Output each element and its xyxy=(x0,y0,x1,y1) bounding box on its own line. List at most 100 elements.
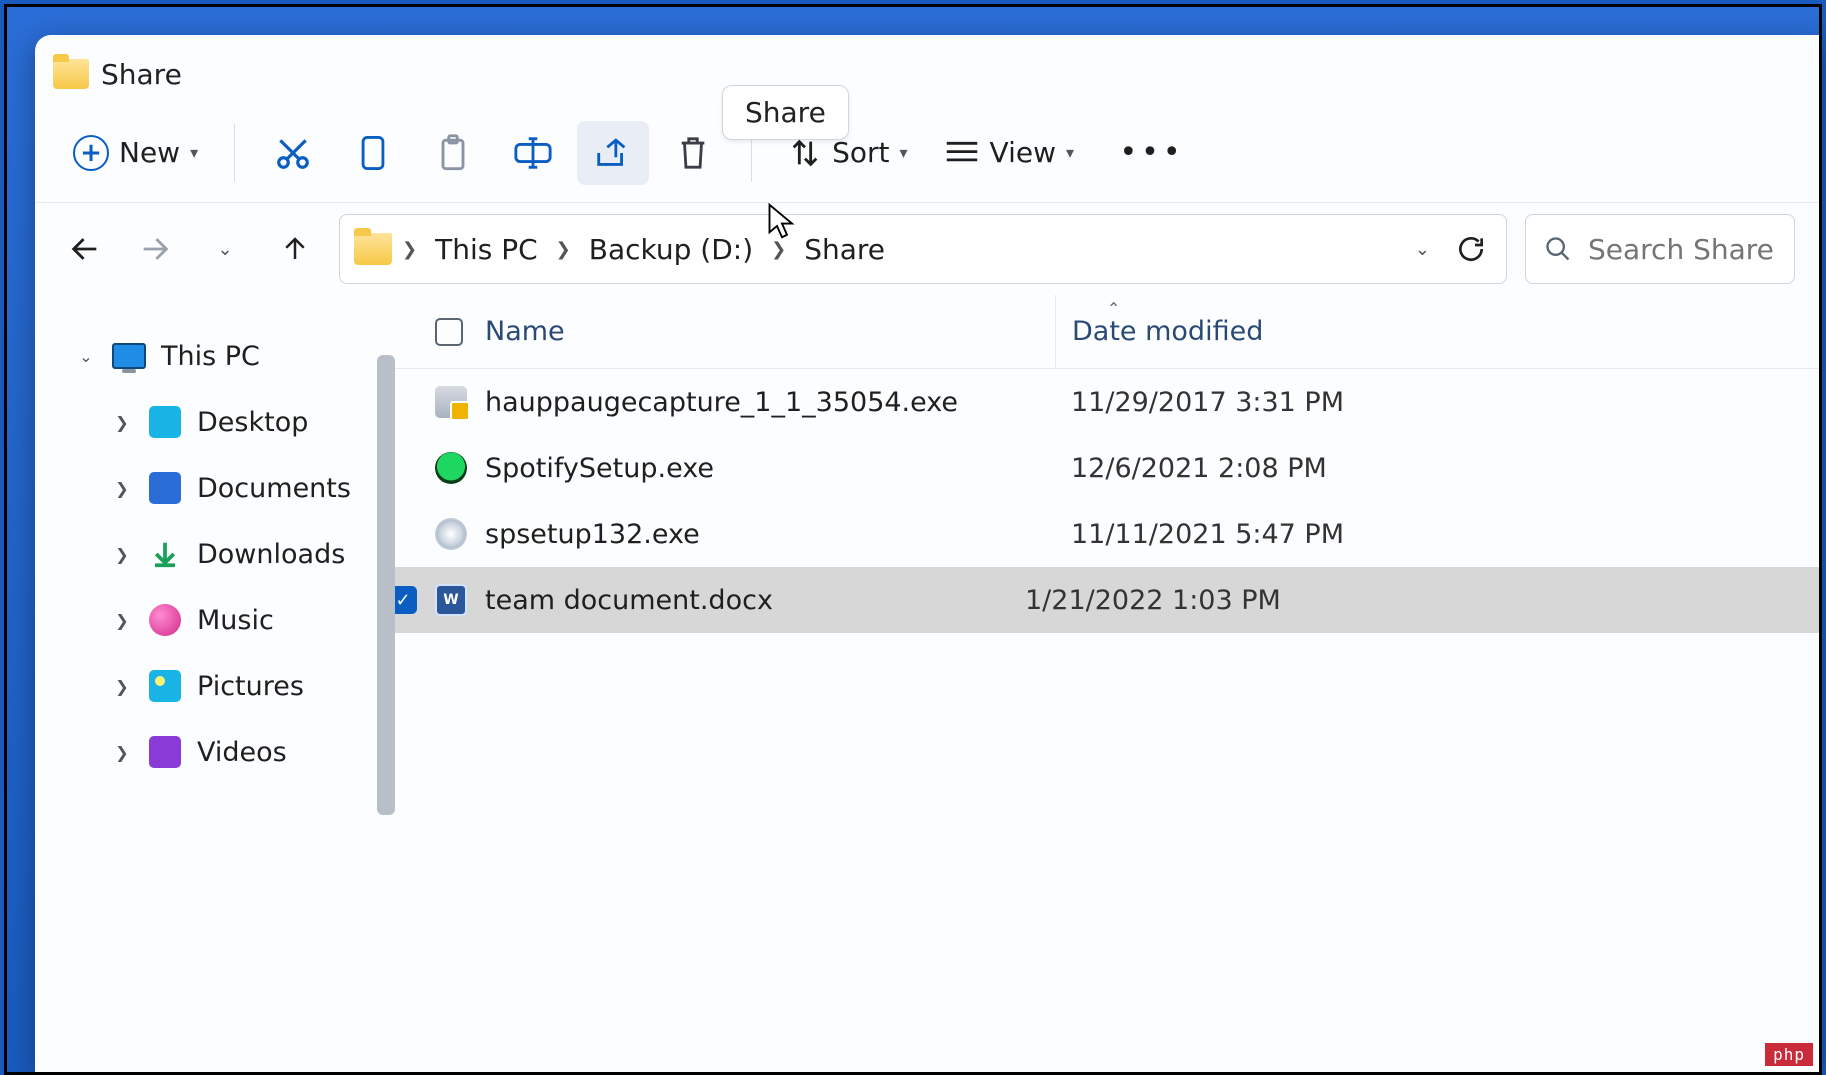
view-button[interactable]: View ▾ xyxy=(930,121,1088,185)
sidebar-item-label: Pictures xyxy=(197,671,304,702)
paste-button[interactable] xyxy=(417,121,489,185)
window-title: Share xyxy=(101,58,182,91)
sidebar-item-pictures[interactable]: ❯ Pictures xyxy=(63,653,395,719)
sidebar-item-label: Documents xyxy=(197,473,351,504)
column-header-name[interactable]: Name xyxy=(485,316,565,347)
chevron-right-icon: ❯ xyxy=(111,479,133,498)
sidebar-item-documents[interactable]: ❯ Documents xyxy=(63,455,395,521)
sidebar-item-videos[interactable]: ❯ Videos xyxy=(63,719,395,785)
chevron-right-icon: ❯ xyxy=(111,611,133,630)
spotify-icon xyxy=(435,452,467,484)
installer-icon xyxy=(435,518,467,550)
toolbar: + New ▾ xyxy=(35,103,1819,203)
sidebar-item-desktop[interactable]: ❯ Desktop xyxy=(63,389,395,455)
sidebar-item-label: Downloads xyxy=(197,539,345,570)
documents-icon xyxy=(147,470,183,506)
sidebar: ⌄ This PC ❯ Desktop ❯ Documents ❯ Downlo… xyxy=(35,295,395,1072)
file-date: 12/6/2021 2:08 PM xyxy=(1055,453,1327,484)
music-icon xyxy=(147,602,183,638)
body: ⌄ This PC ❯ Desktop ❯ Documents ❯ Downlo… xyxy=(35,295,1819,1072)
explorer-window: Share Share + New ▾ xyxy=(35,35,1819,1072)
file-row[interactable]: ✓spsetup132.exe11/11/2021 5:47 PM xyxy=(395,501,1819,567)
file-date: 1/21/2022 1:03 PM xyxy=(1009,585,1281,616)
rename-button[interactable] xyxy=(497,121,569,185)
scissors-icon xyxy=(274,134,312,172)
back-button[interactable] xyxy=(59,223,111,275)
share-tooltip: Share xyxy=(722,85,849,140)
select-all-checkbox[interactable] xyxy=(435,318,463,346)
arrow-up-icon xyxy=(280,232,310,266)
word-icon: W xyxy=(435,584,467,616)
search-box[interactable] xyxy=(1525,214,1795,284)
sidebar-item-this-pc[interactable]: ⌄ This PC xyxy=(63,323,395,389)
chevron-right-icon: ❯ xyxy=(556,239,571,260)
chevron-down-icon: ⌄ xyxy=(217,239,232,260)
videos-icon xyxy=(147,734,183,770)
cut-button[interactable] xyxy=(257,121,329,185)
new-button[interactable]: + New ▾ xyxy=(59,121,212,185)
address-bar[interactable]: ❯ This PC ❯ Backup (D:) ❯ Share ⌄ xyxy=(339,214,1507,284)
share-button[interactable] xyxy=(577,121,649,185)
column-header-date[interactable]: Date modified xyxy=(1072,316,1263,347)
sidebar-item-downloads[interactable]: ❯ Downloads xyxy=(63,521,395,587)
breadcrumb-item[interactable]: Share xyxy=(796,227,893,272)
separator xyxy=(234,124,235,182)
file-date: 11/11/2021 5:47 PM xyxy=(1055,519,1344,550)
new-label: New xyxy=(119,136,180,169)
chevron-down-icon: ▾ xyxy=(1066,143,1074,162)
desktop-icon xyxy=(147,404,183,440)
view-label: View xyxy=(990,136,1056,169)
title-bar: Share xyxy=(35,35,1819,103)
file-date: 11/29/2017 3:31 PM xyxy=(1055,387,1344,418)
column-headers: ⌃ Name Date modified xyxy=(395,295,1819,369)
chevron-right-icon: ❯ xyxy=(111,545,133,564)
breadcrumb-item[interactable]: Backup (D:) xyxy=(581,227,761,272)
sidebar-item-music[interactable]: ❯ Music xyxy=(63,587,395,653)
address-dropdown[interactable]: ⌄ xyxy=(1405,239,1440,260)
clipboard-icon xyxy=(435,133,471,173)
pictures-icon xyxy=(147,668,183,704)
downloads-icon xyxy=(147,536,183,572)
copy-icon xyxy=(356,133,390,173)
trash-icon xyxy=(676,134,710,172)
recent-dropdown[interactable]: ⌄ xyxy=(199,223,251,275)
file-name: spsetup132.exe xyxy=(485,519,700,550)
folder-icon xyxy=(53,59,89,89)
refresh-icon xyxy=(1455,233,1487,265)
file-list: ⌃ Name Date modified ✓hauppaugecapture_1… xyxy=(395,295,1819,1072)
copy-button[interactable] xyxy=(337,121,409,185)
chevron-right-icon: ❯ xyxy=(771,239,786,260)
breadcrumb-item[interactable]: This PC xyxy=(427,227,546,272)
navigation-bar: ⌄ ❯ This PC ❯ Backup (D:) ❯ Share ⌄ xyxy=(35,203,1819,295)
file-name: hauppaugecapture_1_1_35054.exe xyxy=(485,387,958,418)
search-icon xyxy=(1544,235,1572,263)
file-name: team document.docx xyxy=(485,585,773,616)
sidebar-item-label: Music xyxy=(197,605,274,636)
arrow-right-icon xyxy=(138,232,172,266)
ellipsis-icon: ••• xyxy=(1119,135,1184,170)
file-row[interactable]: ✓hauppaugecapture_1_1_35054.exe11/29/201… xyxy=(395,369,1819,435)
delete-button[interactable] xyxy=(657,121,729,185)
sort-icon xyxy=(788,136,822,170)
file-row[interactable]: ✓SpotifySetup.exe12/6/2021 2:08 PM xyxy=(395,435,1819,501)
sort-label: Sort xyxy=(832,136,889,169)
search-input[interactable] xyxy=(1588,233,1776,266)
chevron-down-icon: ▾ xyxy=(190,143,198,162)
chevron-right-icon: ❯ xyxy=(111,413,133,432)
refresh-button[interactable] xyxy=(1450,228,1492,270)
chevron-right-icon: ❯ xyxy=(111,743,133,762)
forward-button[interactable] xyxy=(129,223,181,275)
rename-icon xyxy=(513,135,553,171)
folder-icon xyxy=(354,233,392,265)
arrow-left-icon xyxy=(68,232,102,266)
more-button[interactable]: ••• xyxy=(1116,121,1188,185)
sidebar-scrollbar[interactable] xyxy=(377,355,395,815)
row-checkbox[interactable]: ✓ xyxy=(395,586,417,614)
sidebar-item-label: Videos xyxy=(197,737,287,768)
chevron-down-icon: ▾ xyxy=(900,143,908,162)
watermark: php xyxy=(1765,1043,1813,1066)
up-button[interactable] xyxy=(269,223,321,275)
exe-icon xyxy=(435,386,467,418)
file-row[interactable]: ✓ Wteam document.docx 1/21/2022 1:03 PM xyxy=(395,567,1819,633)
file-name: SpotifySetup.exe xyxy=(485,453,714,484)
